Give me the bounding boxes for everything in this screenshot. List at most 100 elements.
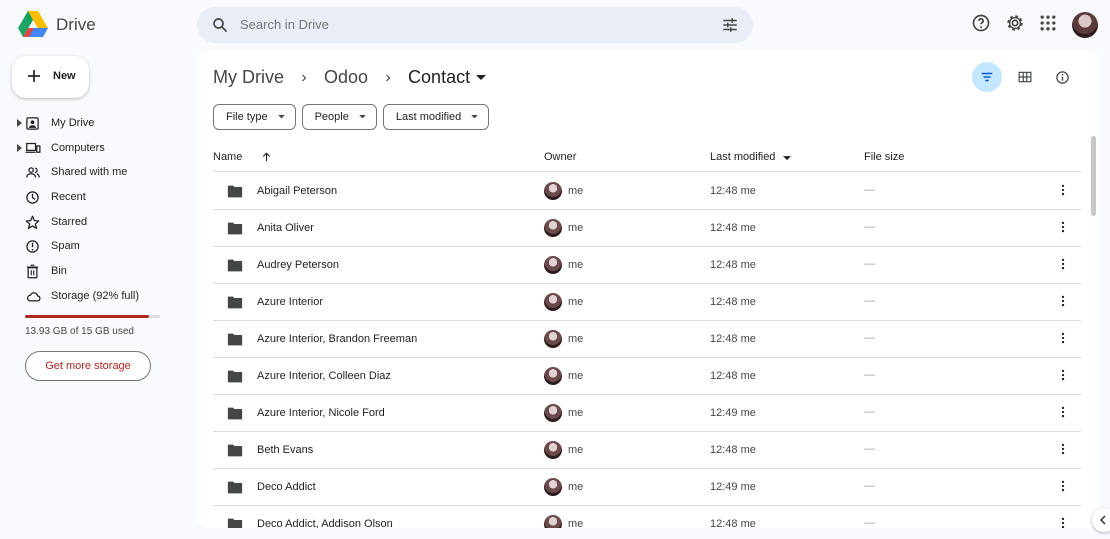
sort-caret-down-icon[interactable] xyxy=(783,156,791,161)
chevron-down-icon xyxy=(359,115,366,119)
storage-usage-bar xyxy=(25,315,160,318)
sidebar-item-recent[interactable]: Recent xyxy=(0,185,197,210)
owner-name: me xyxy=(568,407,584,419)
file-name: Azure Interior xyxy=(257,296,324,308)
last-modified-value: 12:48 me xyxy=(710,222,756,234)
owner-avatar xyxy=(544,182,562,200)
last-modified-value: 12:48 me xyxy=(710,370,756,382)
breadcrumb-my-drive[interactable]: My Drive xyxy=(213,67,284,88)
table-row[interactable]: Azure Interior, Colleen Diaz me 12:48 me — xyxy=(213,358,1081,395)
sidebar-item-bin[interactable]: Bin xyxy=(0,259,197,284)
plus-icon xyxy=(28,70,40,82)
owner-name: me xyxy=(568,518,584,528)
people-filter[interactable]: People xyxy=(301,104,377,130)
storage-usage-text: 13.93 GB of 15 GB used xyxy=(25,326,134,337)
view-details-button[interactable] xyxy=(1047,62,1077,92)
sidebar-item-my-drive[interactable]: My Drive xyxy=(0,111,197,136)
more-actions-icon[interactable] xyxy=(1056,220,1070,234)
table-row[interactable]: Audrey Peterson me 12:48 me — xyxy=(213,247,1081,284)
expand-caret-icon[interactable] xyxy=(17,143,23,152)
account-avatar[interactable] xyxy=(1072,12,1098,38)
table-row[interactable]: Azure Interior, Nicole Ford me 12:49 me — xyxy=(213,395,1081,432)
table-row[interactable]: Abigail Peterson me 12:48 me — xyxy=(213,173,1081,210)
sidebar-item-computers[interactable]: Computers xyxy=(0,136,197,161)
table-row[interactable]: Azure Interior, Brandon Freeman me 12:48 m… xyxy=(213,321,1081,358)
grid-view-button[interactable] xyxy=(1010,62,1040,92)
more-actions-icon[interactable] xyxy=(1056,294,1070,308)
owner-avatar xyxy=(544,478,562,496)
sidebar-item-storage[interactable]: Storage (92% full) xyxy=(0,284,197,309)
owner-avatar xyxy=(544,515,562,528)
expand-caret-icon[interactable] xyxy=(17,119,23,127)
table-row[interactable]: Azure Interior me 12:48 me — xyxy=(213,284,1081,321)
search-options-icon[interactable] xyxy=(721,16,739,34)
last-modified-value: 12:48 me xyxy=(710,444,756,456)
people-filter-label: People xyxy=(314,111,349,123)
sidebar-item-starred[interactable]: Starred xyxy=(0,210,197,235)
help-icon[interactable] xyxy=(971,13,991,33)
get-more-storage-button[interactable]: Get more storage xyxy=(25,351,151,381)
search-bar[interactable] xyxy=(197,7,753,43)
folder-icon xyxy=(227,370,243,383)
column-header-name[interactable]: Name xyxy=(213,151,242,163)
file-size-value: — xyxy=(864,332,875,344)
sidebar-item-spam[interactable]: Spam xyxy=(0,234,197,259)
sidebar-item-label: My Drive xyxy=(51,117,95,129)
more-actions-icon[interactable] xyxy=(1056,368,1070,382)
sort-ascending-arrow-icon[interactable] xyxy=(261,151,272,163)
breadcrumb-current-folder[interactable]: Contact xyxy=(408,67,470,88)
app-name: Drive xyxy=(56,14,96,34)
settings-gear-icon[interactable] xyxy=(1005,13,1025,33)
table-row[interactable]: Deco Addict me 12:49 me — xyxy=(213,469,1081,506)
search-icon[interactable] xyxy=(211,16,229,34)
column-header-last-modified[interactable]: Last modified xyxy=(710,151,775,163)
filter-list-icon xyxy=(981,72,993,82)
more-actions-icon[interactable] xyxy=(1056,405,1070,419)
computer-icon xyxy=(25,142,41,153)
table-header: Name Owner Last modified File size xyxy=(213,144,1081,172)
file-size-value: — xyxy=(864,258,875,270)
table-row[interactable]: Deco Addict, Addison Olson me 12:48 me — xyxy=(213,506,1081,528)
breadcrumb-odoo[interactable]: Odoo xyxy=(324,67,368,88)
file-type-filter[interactable]: File type xyxy=(213,104,296,130)
file-name: Deco Addict, Addison Olson xyxy=(257,518,393,528)
folder-icon xyxy=(227,259,243,272)
sidebar-item-label: Starred xyxy=(51,215,88,228)
list-view-button[interactable] xyxy=(972,62,1002,92)
scrollbar[interactable] xyxy=(1091,136,1096,216)
file-size-value: — xyxy=(864,406,875,418)
sidebar: New My Drive Computers Shared with me Re… xyxy=(0,50,197,539)
sidebar-item-label: Shared with me xyxy=(51,166,128,179)
last-modified-value: 12:49 me xyxy=(710,481,756,493)
last-modified-value: 12:49 me xyxy=(710,407,756,419)
folder-menu-caret-icon[interactable] xyxy=(476,74,487,81)
filter-chips: File type People Last modified xyxy=(213,104,495,130)
more-actions-icon[interactable] xyxy=(1056,479,1070,493)
collapse-side-panel-button[interactable] xyxy=(1092,508,1110,532)
folder-icon xyxy=(227,444,243,457)
chevron-left-icon xyxy=(1099,515,1106,525)
more-actions-icon[interactable] xyxy=(1056,183,1070,197)
grid-icon xyxy=(1018,71,1032,83)
file-list: Abigail Peterson me 12:48 me — Anita Oliver m… xyxy=(213,173,1081,528)
last-modified-value: 12:48 me xyxy=(710,259,756,271)
search-input[interactable] xyxy=(240,7,700,43)
file-name: Abigail Peterson xyxy=(257,185,338,197)
trash-icon xyxy=(26,264,39,279)
new-button[interactable]: New xyxy=(12,56,89,98)
table-row[interactable]: Anita Oliver me 12:48 me — xyxy=(213,210,1081,247)
drive-logo[interactable]: Drive xyxy=(18,11,96,38)
last-modified-filter[interactable]: Last modified xyxy=(382,104,490,130)
table-row[interactable]: Beth Evans me 12:48 me — xyxy=(213,432,1081,469)
column-header-file-size[interactable]: File size xyxy=(864,151,904,163)
more-actions-icon[interactable] xyxy=(1056,442,1070,456)
sidebar-item-shared-with-me[interactable]: Shared with me xyxy=(0,160,197,185)
more-actions-icon[interactable] xyxy=(1056,331,1070,345)
more-actions-icon[interactable] xyxy=(1056,257,1070,271)
column-header-owner[interactable]: Owner xyxy=(544,151,576,163)
apps-grid-icon[interactable] xyxy=(1038,13,1058,33)
sidebar-item-label: Recent xyxy=(51,191,86,204)
file-size-value: — xyxy=(864,517,875,528)
folder-icon xyxy=(227,407,243,420)
more-actions-icon[interactable] xyxy=(1056,516,1070,528)
